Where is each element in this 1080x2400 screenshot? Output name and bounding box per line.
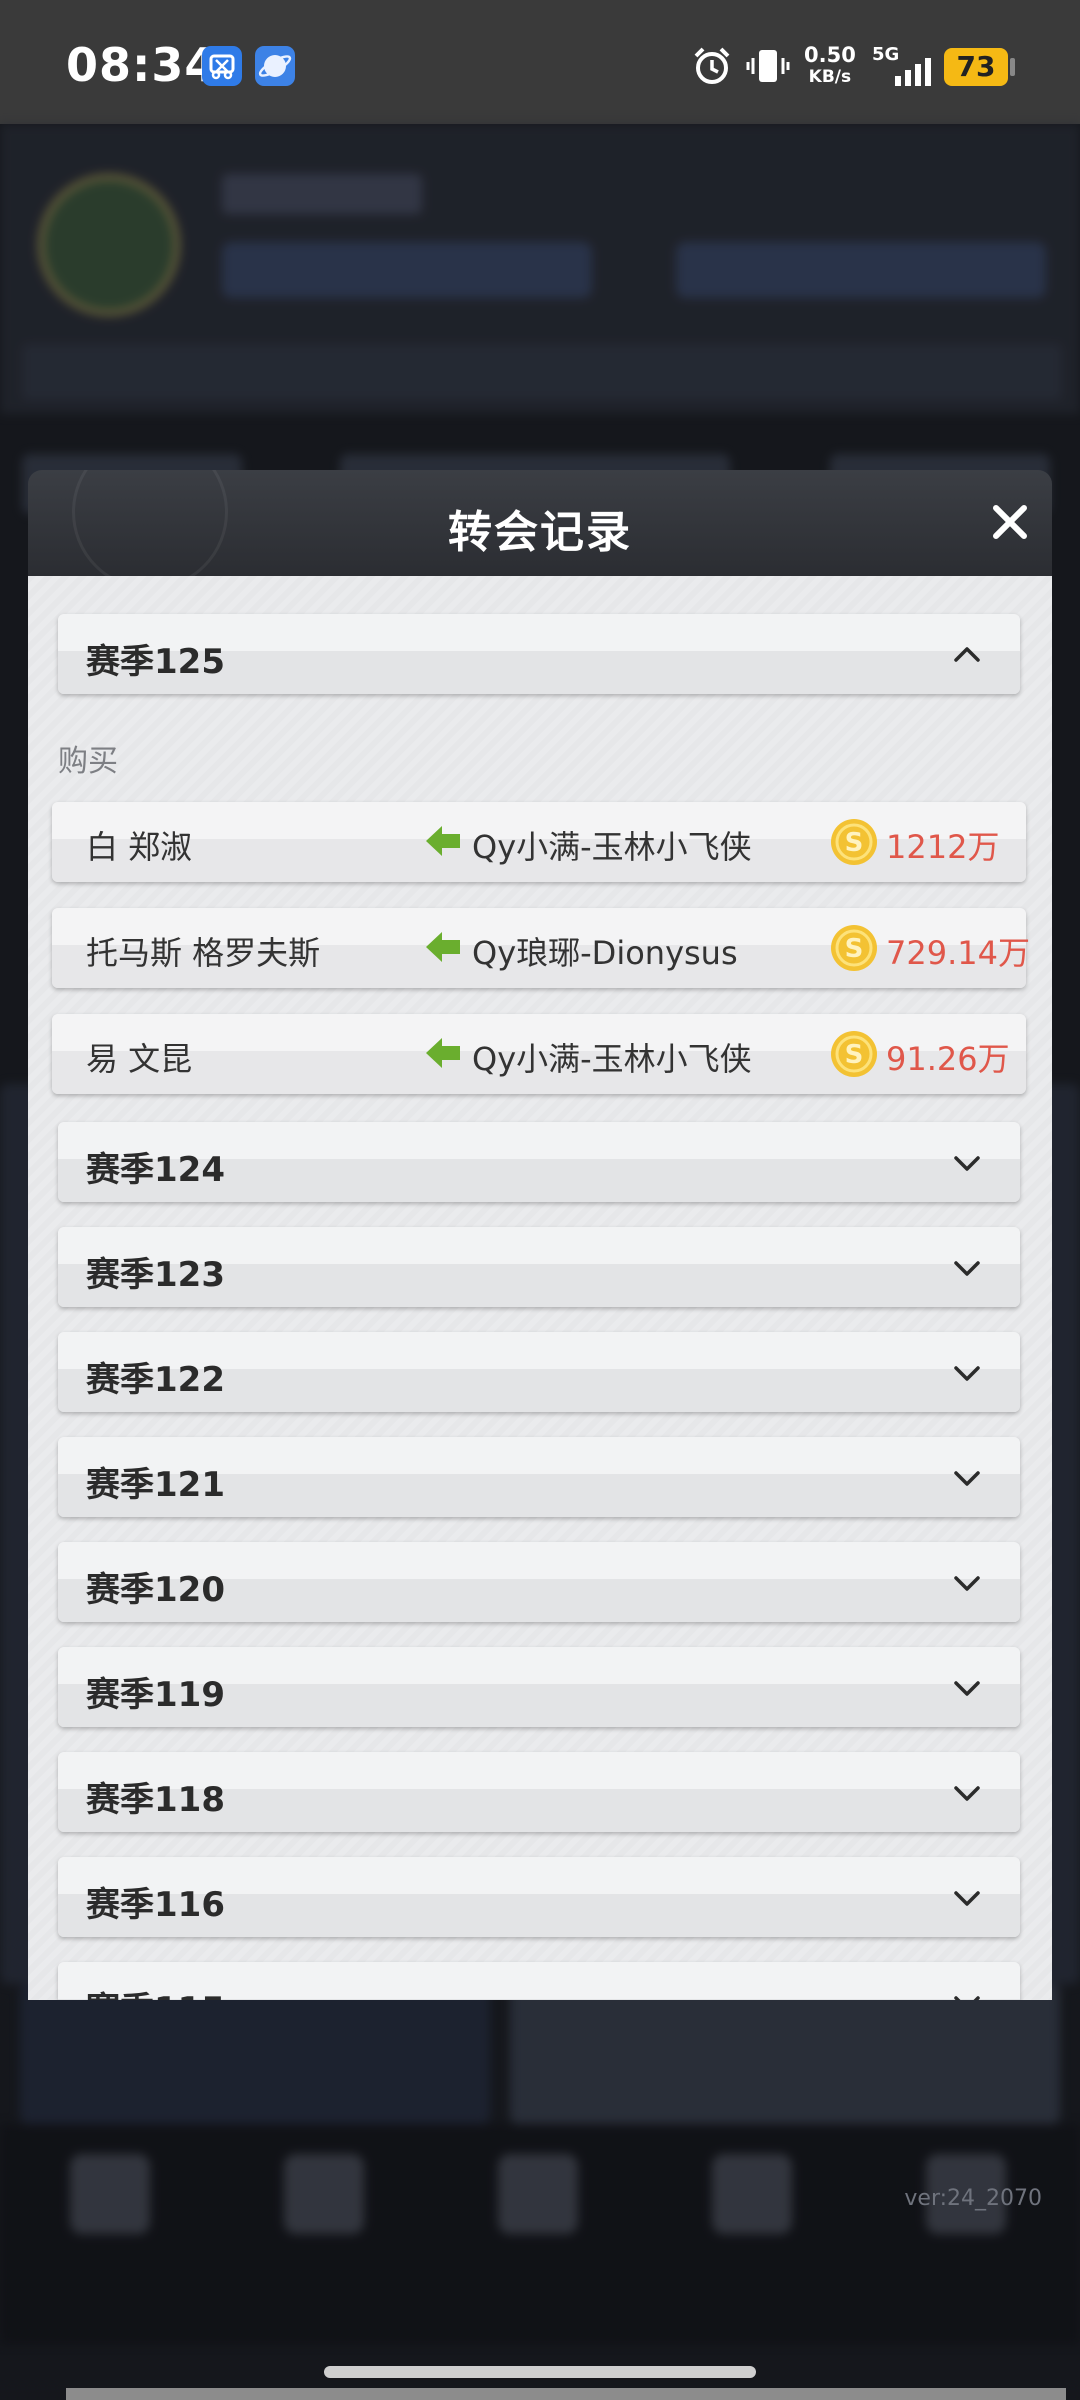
season-header[interactable]: 赛季119	[58, 1647, 1020, 1727]
transfer-row[interactable]: 易 文昆 Qy小满-玉林小飞侠 S 91.26万	[52, 1014, 1026, 1094]
svg-text:S: S	[845, 828, 864, 858]
bg-bottom-nav	[0, 2124, 1080, 2344]
svg-text:S: S	[845, 1040, 864, 1070]
bg-header	[0, 124, 1080, 414]
player-name: 易 文昆	[86, 1040, 193, 1078]
season-label: 赛季115	[86, 1982, 225, 2000]
chevron-down-icon	[954, 1996, 980, 2000]
app-scissors-icon	[202, 46, 242, 86]
vibrate-icon	[745, 44, 791, 92]
arrow-left-icon	[426, 826, 460, 856]
version-label: ver:24_2070	[904, 2186, 1042, 2211]
season-label: 赛季119	[86, 1675, 225, 1715]
season-125-header[interactable]: 赛季125	[58, 614, 1020, 694]
bg-card	[20, 1984, 490, 2124]
season-header[interactable]: 赛季121	[58, 1437, 1020, 1517]
bg-nav-icon	[498, 2154, 578, 2234]
status-bar: 08:34 0.50 KB/s 5G 73	[0, 0, 1080, 124]
team-emblem	[38, 174, 180, 316]
coin-icon: S	[831, 1031, 877, 1077]
modal-body[interactable]: 赛季125 购买 白 郑淑 Qy小满-玉林小飞侠 S 1212万 托马斯 格罗夫…	[28, 576, 1052, 2000]
alarm-icon	[690, 44, 734, 92]
player-name: 白 郑淑	[86, 828, 193, 866]
season-header[interactable]: 赛季123	[58, 1227, 1020, 1307]
season-header[interactable]: 赛季120	[58, 1542, 1020, 1622]
season-label: 赛季124	[86, 1150, 225, 1190]
player-name: 托马斯 格罗夫斯	[86, 934, 321, 972]
close-icon	[993, 505, 1027, 539]
net-speed-value: 0.50	[804, 43, 856, 67]
bg-toolbar	[22, 344, 1062, 400]
chevron-down-icon	[954, 1261, 980, 1276]
chevron-up-icon	[954, 647, 980, 662]
svg-text:S: S	[845, 934, 864, 964]
transfer-price: 91.26万	[886, 1040, 1010, 1078]
bottom-strip	[66, 2388, 1066, 2400]
chevron-down-icon	[954, 1681, 980, 1696]
battery-tip	[1010, 58, 1015, 76]
season-label: 赛季120	[86, 1570, 225, 1610]
transfer-price: 729.14万	[886, 934, 1030, 972]
app-planet-icon	[255, 46, 295, 86]
chevron-down-icon	[954, 1786, 980, 1801]
net-speed-unit: KB/s	[808, 67, 852, 87]
season-header[interactable]: 赛季116	[58, 1857, 1020, 1937]
season-header[interactable]: 赛季118	[58, 1752, 1020, 1832]
season-header[interactable]: 赛季124	[58, 1122, 1020, 1202]
battery-icon: 73	[944, 48, 1008, 86]
season-label: 赛季121	[86, 1465, 225, 1505]
bg-gem-pill	[676, 242, 1046, 298]
team-name: Qy小满-玉林小飞侠	[472, 828, 752, 866]
season-label: 赛季122	[86, 1360, 225, 1400]
season-label: 赛季116	[86, 1885, 225, 1925]
transfer-history-modal: 转会记录 赛季125 购买 白 郑淑 Qy小满-玉林小飞侠 S 1212万 托马…	[28, 470, 1052, 2000]
bg-card	[510, 1984, 1060, 2124]
season-header[interactable]: 赛季115	[58, 1962, 1020, 2000]
chevron-down-icon	[954, 1366, 980, 1381]
season-label: 赛季123	[86, 1255, 225, 1295]
chevron-down-icon	[954, 1156, 980, 1171]
team-name: Qy小满-玉林小飞侠	[472, 1040, 752, 1078]
chevron-down-icon	[954, 1891, 980, 1906]
arrow-left-icon	[426, 932, 460, 962]
season-label: 赛季125	[86, 642, 225, 682]
chevron-down-icon	[954, 1471, 980, 1486]
chevron-down-icon	[954, 1576, 980, 1591]
close-button[interactable]	[988, 500, 1032, 544]
transfer-row[interactable]: 托马斯 格罗夫斯 Qy琅琊-Dionysus S 729.14万	[52, 908, 1030, 988]
transfer-row[interactable]: 白 郑淑 Qy小满-玉林小飞侠 S 1212万	[52, 802, 1026, 882]
bg-nav-icon	[712, 2154, 792, 2234]
modal-header: 转会记录	[28, 470, 1052, 576]
home-indicator[interactable]	[324, 2366, 756, 2378]
transfer-price: 1212万	[886, 828, 1000, 866]
bg-team-name	[222, 174, 422, 214]
season-header[interactable]: 赛季122	[58, 1332, 1020, 1412]
signal-icon	[893, 56, 937, 90]
bg-nav-icon	[70, 2154, 150, 2234]
team-name: Qy琅琊-Dionysus	[472, 934, 738, 972]
season-label: 赛季118	[86, 1780, 225, 1820]
bg-nav-icon	[284, 2154, 364, 2234]
coin-icon: S	[831, 925, 877, 971]
bg-coin-pill	[222, 242, 592, 298]
arrow-left-icon	[426, 1038, 460, 1068]
status-time: 08:34	[66, 38, 218, 92]
modal-title: 转会记录	[448, 507, 632, 558]
net-speed: 0.50 KB/s	[804, 44, 856, 88]
coin-icon: S	[831, 819, 877, 865]
section-label-buy: 购买	[58, 744, 118, 779]
